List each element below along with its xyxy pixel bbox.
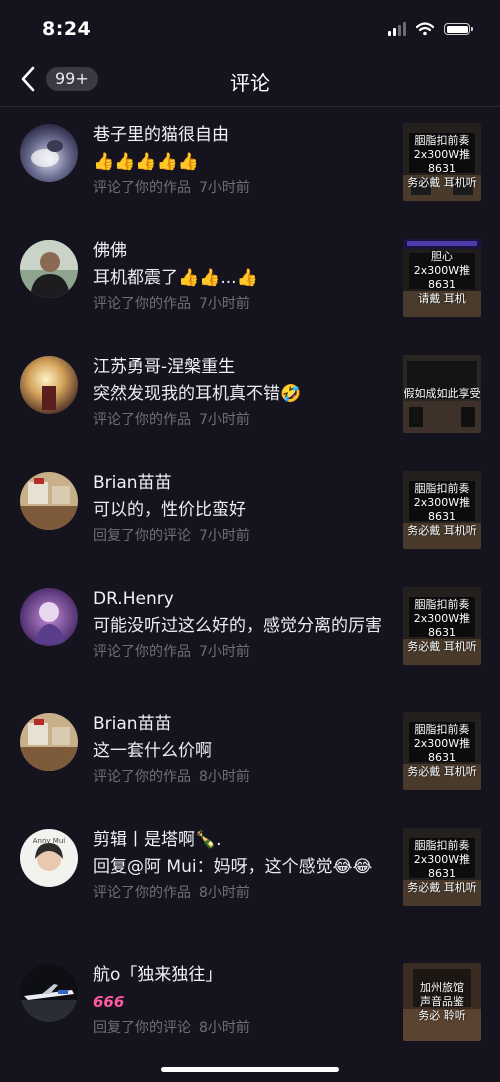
- avatar[interactable]: [20, 472, 78, 530]
- timestamp: 7小时前: [199, 180, 250, 196]
- battery-icon: [444, 23, 473, 35]
- status-icons: [388, 22, 473, 36]
- commenter-name[interactable]: 航ο「独来独往」: [93, 963, 389, 987]
- action-text: 评论了你的作品: [93, 412, 191, 428]
- action-text: 评论了你的作品: [93, 296, 191, 312]
- avatar[interactable]: Anny Mui: [20, 829, 78, 887]
- comment-meta: 评论了你的作品 8小时前: [93, 883, 389, 903]
- thumbnail-caption: 假如成如此享受: [403, 387, 481, 400]
- timestamp: 8小时前: [199, 1020, 250, 1036]
- commenter-name[interactable]: 巷子里的猫很自由: [93, 123, 389, 147]
- comment-meta: 回复了你的评论 7小时前: [93, 526, 389, 546]
- page-title: 评论: [230, 71, 270, 95]
- wifi-icon: [416, 22, 434, 36]
- thumbnail-caption: 胭脂扣前奏 2x300W推8631 务必戴 耳机听: [407, 839, 477, 894]
- cellular-signal-icon: [388, 22, 406, 36]
- comment-text: 耳机都震了👍👍...👍: [93, 268, 258, 288]
- comment-meta: 评论了你的作品 7小时前: [93, 410, 389, 430]
- thumbnail-caption: 加州旅馆 声音品鉴 务必 聆听: [418, 981, 466, 1022]
- action-text: 评论了你的作品: [93, 769, 191, 785]
- timestamp: 7小时前: [199, 296, 250, 312]
- comment-list: 巷子里的猫很自由 👍👍👍👍👍 评论了你的作品 7小时前 胭脂扣前奏 2x300W…: [0, 107, 500, 1063]
- comment-item[interactable]: Brian苗苗 这一套什么价啊 评论了你的作品 8小时前 胭脂扣前奏 2x300W…: [0, 696, 500, 812]
- avatar[interactable]: [20, 588, 78, 646]
- thumbnail-caption: 胭脂扣前奏 2x300W推8631 务必戴 耳机听: [407, 598, 477, 653]
- comment-meta: 评论了你的作品 7小时前: [93, 642, 389, 662]
- comment-item[interactable]: 航ο「独来独往」 666 回复了你的评论 8小时前 加州旅馆 声音品鉴 务必 聆听: [0, 947, 500, 1063]
- comment-item[interactable]: Brian苗苗 可以的，性价比蛮好 回复了你的评论 7小时前 胭脂扣前奏 2x30…: [0, 455, 500, 571]
- timestamp: 8小时前: [199, 885, 250, 901]
- commenter-name[interactable]: 江苏勇哥-涅槃重生: [93, 355, 389, 379]
- comment-text: 这一套什么价啊: [93, 741, 212, 761]
- action-text: 评论了你的作品: [93, 885, 191, 901]
- action-text: 回复了你的评论: [93, 528, 191, 544]
- comment-text: 666: [93, 993, 125, 1011]
- action-text: 评论了你的作品: [93, 180, 191, 196]
- video-thumbnail[interactable]: 胭脂扣前奏 2x300W推8631 务必戴 耳机听: [403, 123, 481, 201]
- thumbs-up-emoji-icon: 👍👍👍👍👍: [93, 152, 199, 172]
- commenter-name[interactable]: Brian苗苗: [93, 712, 389, 736]
- avatar[interactable]: [20, 356, 78, 414]
- comment-item[interactable]: 巷子里的猫很自由 👍👍👍👍👍 评论了你的作品 7小时前 胭脂扣前奏 2x300W…: [0, 107, 500, 223]
- avatar[interactable]: [20, 124, 78, 182]
- thumbnail-caption: 胭脂扣前奏 2x300W推8631 务必戴 耳机听: [407, 134, 477, 189]
- notifications-screen: 8:24 99+ 评论 巷子里的猫很自由 👍👍👍👍👍 评论了你的作品 7小时前 …: [0, 0, 500, 1082]
- video-thumbnail[interactable]: 胆心 2x300W推8631 请戴 耳机: [403, 239, 481, 317]
- timestamp: 7小时前: [199, 644, 250, 660]
- comment-item[interactable]: DR.Henry 可能没听过这么好的，感觉分离的厉害 评论了你的作品 7小时前 胭…: [0, 571, 500, 696]
- champagne-emoji-icon: 🍾.: [195, 830, 222, 850]
- thumbnail-caption: 胆心 2x300W推8631 请戴 耳机: [413, 250, 471, 305]
- video-thumbnail[interactable]: 假如成如此享受: [403, 355, 481, 433]
- timestamp: 7小时前: [199, 528, 250, 544]
- comment-meta: 评论了你的作品 7小时前: [93, 294, 389, 314]
- thumbs-up-emoji-icon: 👍👍...👍: [178, 268, 258, 288]
- comment-meta: 评论了你的作品 8小时前: [93, 767, 389, 787]
- comment-item[interactable]: Anny Mui 剪辑丨是塔啊🍾. 回复@阿 Mui：妈呀，这个感觉😂😂 评论了…: [0, 812, 500, 947]
- comment-text: 👍👍👍👍👍: [93, 151, 389, 174]
- comment-text: 回复@阿 Mui：妈呀，这个感觉😂😂: [93, 857, 373, 877]
- comment-meta: 回复了你的评论 8小时前: [93, 1018, 389, 1038]
- thumbnail-caption: 胭脂扣前奏 2x300W推8631 务必戴 耳机听: [407, 723, 477, 778]
- nav-bar: 99+ 评论: [0, 52, 500, 107]
- video-thumbnail[interactable]: 胭脂扣前奏 2x300W推8631 务必戴 耳机听: [403, 828, 481, 906]
- comment-item[interactable]: 江苏勇哥-涅槃重生 突然发现我的耳机真不错🤣 评论了你的作品 7小时前 假如成如…: [0, 339, 500, 455]
- comment-meta: 评论了你的作品 7小时前: [93, 178, 389, 198]
- status-time: 8:24: [42, 18, 92, 40]
- action-text: 评论了你的作品: [93, 644, 191, 660]
- home-indicator[interactable]: [161, 1067, 339, 1072]
- status-bar: 8:24: [0, 0, 500, 52]
- comment-text: 突然发现我的耳机真不错🤣: [93, 384, 302, 404]
- video-thumbnail[interactable]: 胭脂扣前奏 2x300W推8631 务必戴 耳机听: [403, 471, 481, 549]
- video-thumbnail[interactable]: 胭脂扣前奏 2x300W推8631 务必戴 耳机听: [403, 712, 481, 790]
- commenter-name[interactable]: 佛佛: [93, 239, 389, 263]
- action-text: 回复了你的评论: [93, 1020, 191, 1036]
- commenter-name[interactable]: 剪辑丨是塔啊🍾.: [93, 828, 389, 852]
- commenter-name[interactable]: Brian苗苗: [93, 471, 389, 495]
- tears-of-joy-emoji-icon: 😂😂: [332, 857, 373, 877]
- comment-item[interactable]: 佛佛 耳机都震了👍👍...👍 评论了你的作品 7小时前 胆心 2x300W推86…: [0, 223, 500, 339]
- commenter-name[interactable]: DR.Henry: [93, 587, 389, 611]
- timestamp: 8小时前: [199, 769, 250, 785]
- comment-text: 可能没听过这么好的，感觉分离的厉害: [93, 616, 382, 636]
- video-thumbnail[interactable]: 胭脂扣前奏 2x300W推8631 务必戴 耳机听: [403, 587, 481, 665]
- avatar[interactable]: [20, 964, 78, 1022]
- laughing-emoji-icon: 🤣: [280, 384, 302, 404]
- timestamp: 7小时前: [199, 412, 250, 428]
- avatar[interactable]: [20, 240, 78, 298]
- avatar[interactable]: [20, 713, 78, 771]
- svg-text:Anny Mui: Anny Mui: [33, 837, 66, 845]
- thumbnail-caption: 胭脂扣前奏 2x300W推8631 务必戴 耳机听: [407, 482, 477, 537]
- comment-text: 可以的，性价比蛮好: [93, 500, 246, 520]
- video-thumbnail[interactable]: 加州旅馆 声音品鉴 务必 聆听: [403, 963, 481, 1041]
